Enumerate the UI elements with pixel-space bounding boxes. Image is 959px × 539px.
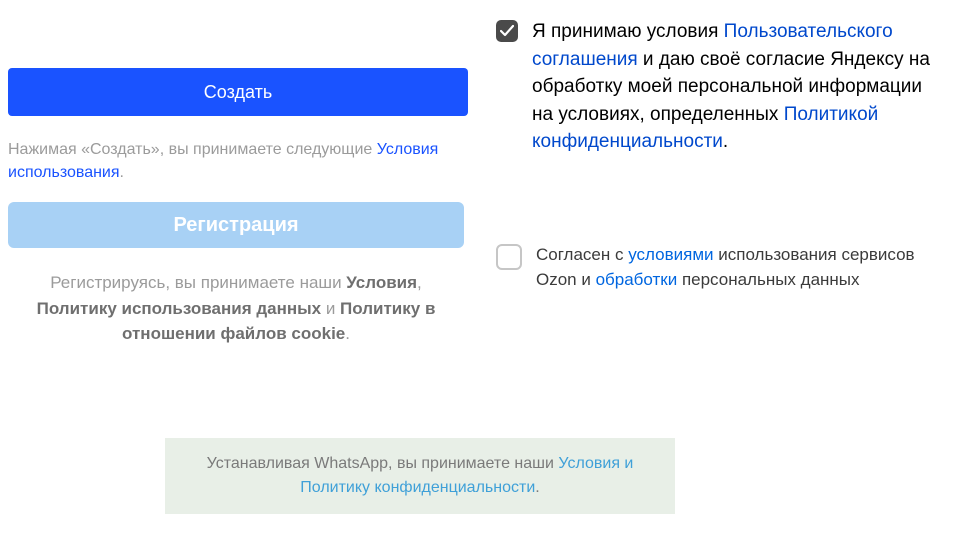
reg-bold-terms: Условия (346, 273, 417, 292)
ozon-consent-text: Согласен с условиями использования серви… (536, 242, 916, 293)
reg-bold-data-policy: Политику использования данных (37, 299, 321, 318)
yandex-consent-text: Я принимаю условия Пользовательского сог… (532, 18, 932, 156)
whatsapp-terms-bar: Устанавливая WhatsApp, вы принимаете наш… (165, 438, 675, 514)
ozon-processing-link[interactable]: обработки (596, 270, 678, 289)
ozon-consent-checkbox[interactable] (496, 244, 522, 270)
register-terms-text: Регистрируясь, вы принимаете наши Услови… (8, 270, 464, 347)
create-terms-prefix: Нажимая «Создать», вы принимаете следующ… (8, 141, 377, 158)
create-terms-text: Нажимая «Создать», вы принимаете следующ… (8, 138, 468, 184)
create-button[interactable]: Создать (8, 68, 468, 116)
reg-prefix: Регистрируясь, вы принимаете наши (50, 273, 346, 292)
ozon-terms-link[interactable]: условиями (628, 245, 713, 264)
check-icon (500, 24, 514, 38)
yandex-consent-checkbox[interactable] (496, 20, 518, 42)
register-button[interactable]: Регистрация (8, 202, 464, 248)
create-terms-suffix: . (120, 164, 124, 181)
yandex-consent-row: Я принимаю условия Пользовательского сог… (496, 18, 959, 156)
ozon-consent-row: Согласен с условиями использования серви… (496, 242, 959, 293)
